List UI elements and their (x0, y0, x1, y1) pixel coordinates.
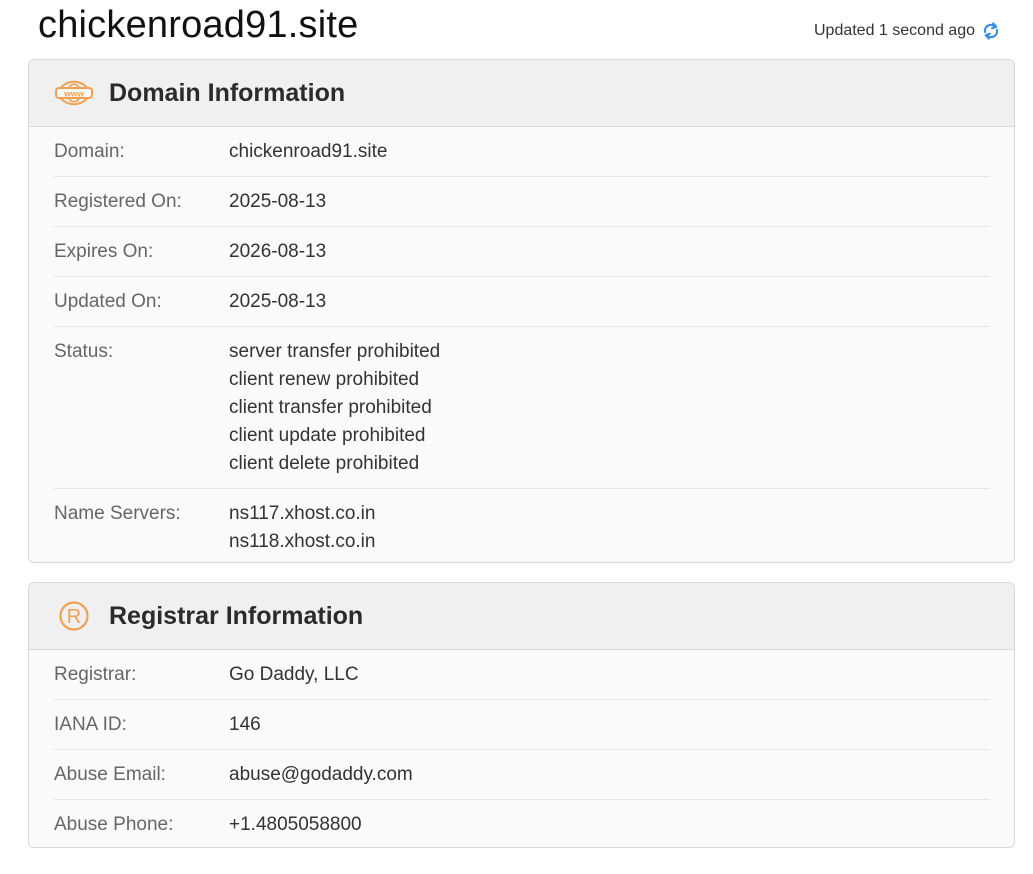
value-expires-on: 2026-08-13 (229, 238, 326, 266)
label-abuse-phone: Abuse Phone: (54, 814, 174, 835)
row-expires-on: Expires On: 2026-08-13 (54, 227, 990, 277)
row-updated-on: Updated On: 2025-08-13 (54, 277, 990, 327)
value-line: Go Daddy, LLC (229, 664, 359, 685)
label-name-servers: Name Servers: (54, 503, 181, 524)
registrar-information-header: R Registrar Information (29, 583, 1014, 650)
page: chickenroad91.site Updated 1 second ago (0, 0, 1033, 874)
registrar-information-title: Registrar Information (109, 601, 364, 630)
label-registered-on: Registered On: (54, 191, 182, 212)
row-name-servers: Name Servers: ns117.xhost.co.in ns118.xh… (54, 489, 990, 562)
registered-icon: R (55, 597, 93, 635)
name-server-line: ns117.xhost.co.in (229, 503, 376, 524)
status-line: client update prohibited (229, 425, 426, 446)
svg-text:www: www (63, 88, 84, 98)
value-abuse-phone: +1.4805058800 (229, 811, 362, 839)
domain-information-rows: Domain: chickenroad91.site Registered On… (29, 127, 1014, 562)
value-status: server transfer prohibited client renew … (229, 338, 440, 478)
label-iana-id: IANA ID: (54, 714, 127, 735)
registrar-information-rows: Registrar: Go Daddy, LLC IANA ID: 146 Ab… (29, 650, 1014, 847)
label-status: Status: (54, 341, 114, 362)
row-domain: Domain: chickenroad91.site (54, 127, 990, 177)
value-domain: chickenroad91.site (229, 138, 387, 166)
domain-information-header: www Domain Information (29, 60, 1014, 127)
value-line: 2026-08-13 (229, 241, 327, 262)
status-line: client delete prohibited (229, 453, 420, 474)
name-server-line: ns118.xhost.co.in (229, 531, 376, 552)
domain-information-card: www Domain Information Domain: chickenro… (28, 59, 1015, 563)
page-title: chickenroad91.site (38, 4, 359, 46)
status-line: server transfer prohibited (229, 341, 441, 362)
label-registrar: Registrar: (54, 664, 137, 685)
registrar-information-card: R Registrar Information Registrar: Go Da… (28, 582, 1015, 848)
value-name-servers: ns117.xhost.co.in ns118.xhost.co.in (229, 500, 375, 556)
label-updated-on: Updated On: (54, 291, 162, 312)
row-registrar: Registrar: Go Daddy, LLC (54, 650, 990, 700)
value-iana-id: 146 (229, 711, 261, 739)
updated-status: Updated 1 second ago (814, 20, 1001, 42)
value-line: 2025-08-13 (229, 291, 327, 312)
row-status: Status: server transfer prohibited clien… (54, 327, 990, 489)
label-abuse-email: Abuse Email: (54, 764, 166, 785)
row-registered-on: Registered On: 2025-08-13 (54, 177, 990, 227)
value-registrar: Go Daddy, LLC (229, 661, 359, 689)
value-updated-on: 2025-08-13 (229, 288, 326, 316)
row-iana-id: IANA ID: 146 (54, 700, 990, 750)
value-line: 146 (229, 714, 261, 735)
svg-text:R: R (67, 606, 81, 628)
value-line: 2025-08-13 (229, 191, 327, 212)
value-line: +1.4805058800 (229, 814, 362, 835)
status-line: client transfer prohibited (229, 397, 432, 418)
www-icon: www (55, 74, 93, 112)
row-abuse-email: Abuse Email: abuse@godaddy.com (54, 750, 990, 800)
label-expires-on: Expires On: (54, 241, 154, 262)
refresh-icon[interactable] (981, 20, 1001, 42)
value-line: chickenroad91.site (229, 141, 388, 162)
label-domain: Domain: (54, 141, 125, 162)
value-registered-on: 2025-08-13 (229, 188, 326, 216)
row-abuse-phone: Abuse Phone: +1.4805058800 (54, 800, 990, 847)
status-line: client renew prohibited (229, 369, 420, 390)
updated-text: Updated 1 second ago (813, 22, 975, 39)
value-abuse-email: abuse@godaddy.com (229, 761, 413, 789)
domain-information-title: Domain Information (109, 78, 346, 107)
value-line: abuse@godaddy.com (229, 764, 413, 785)
